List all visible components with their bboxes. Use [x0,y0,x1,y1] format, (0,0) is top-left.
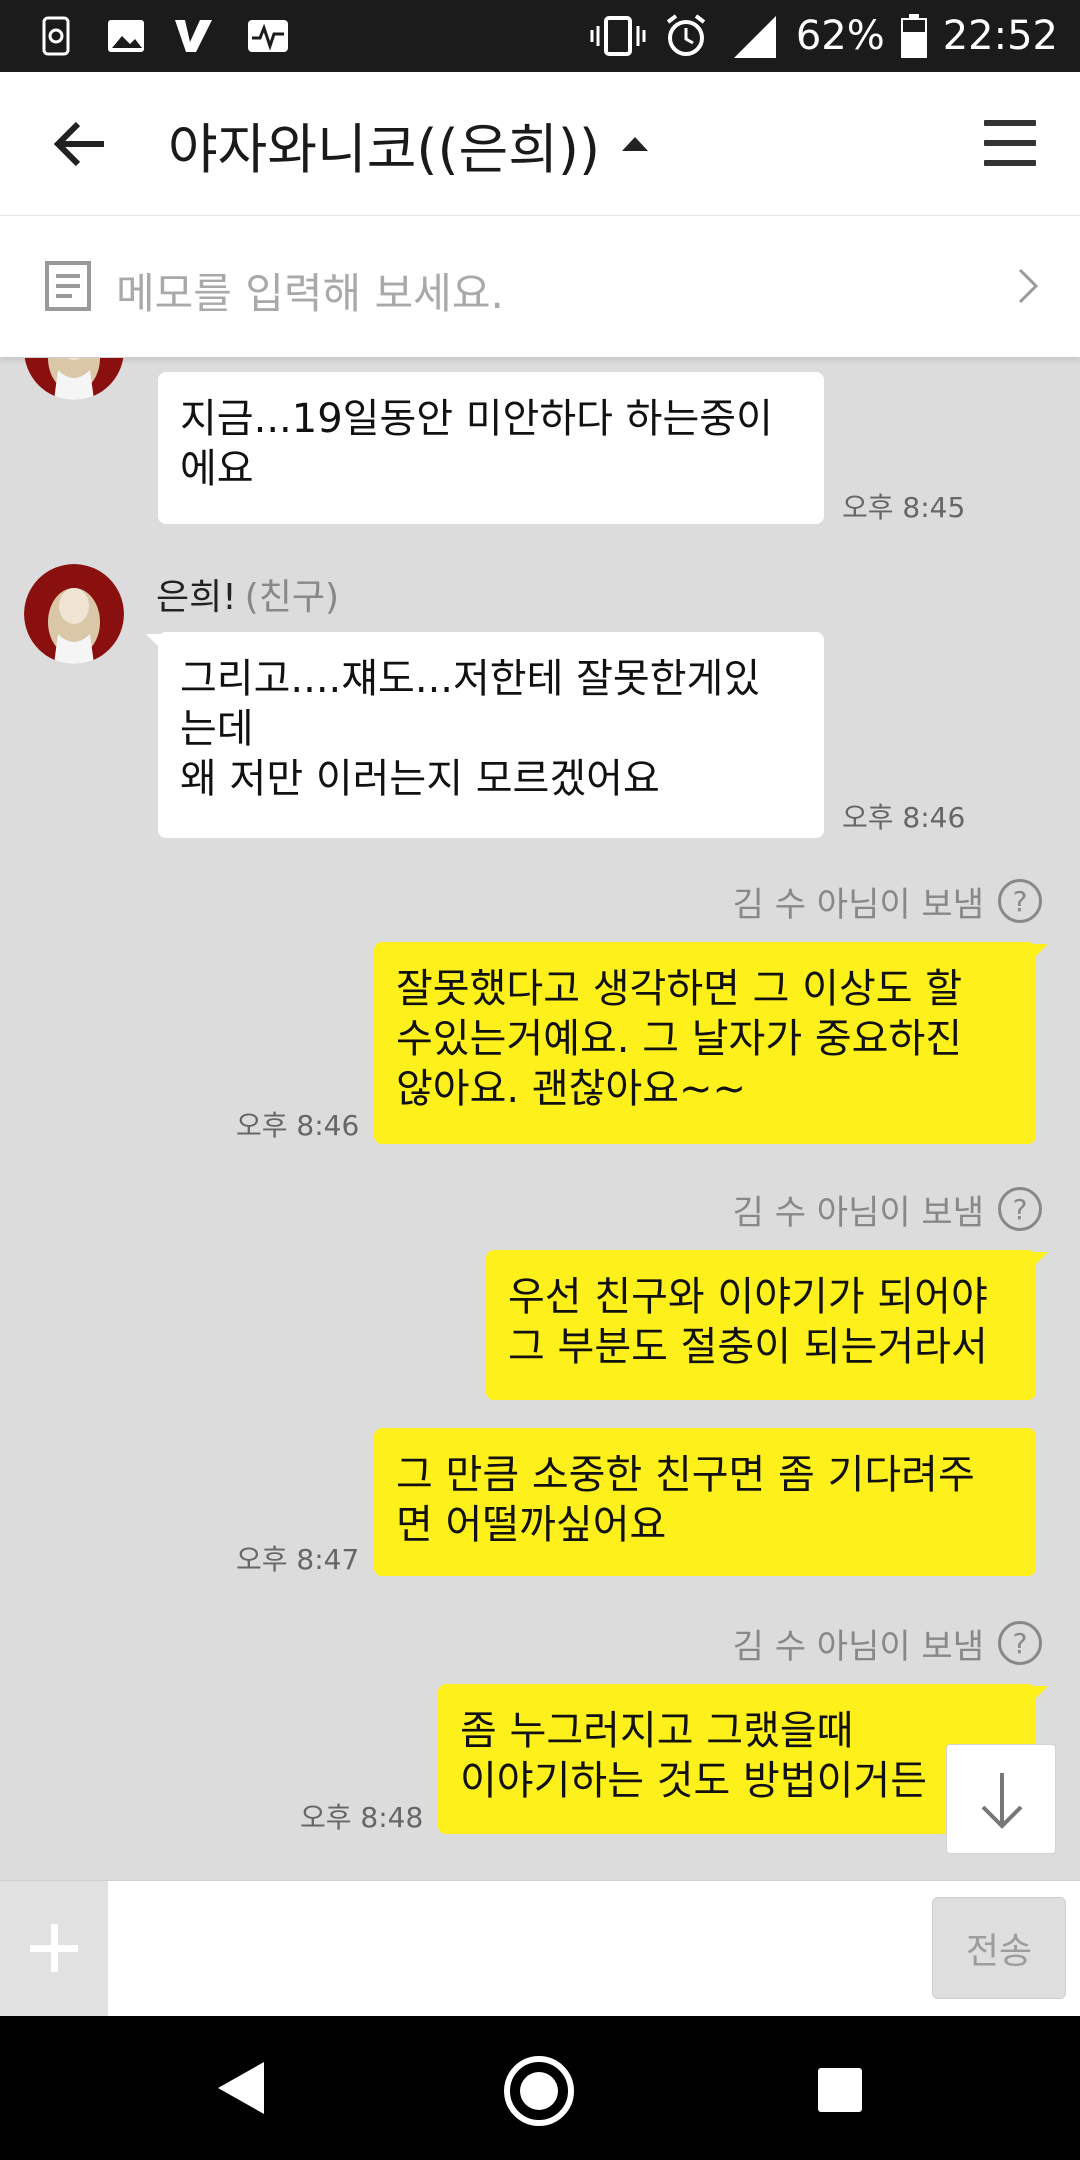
arrow-down-icon [981,1773,1023,1829]
bubble-tail [1034,1686,1048,1700]
vpn-icon [175,20,212,52]
chat-header: 야자와니코((은희)) [0,72,1080,216]
status-bar: 62% 22:52 [0,0,1080,72]
scroll-to-bottom-button[interactable] [946,1744,1056,1854]
plus-icon[interactable] [0,1881,108,2017]
message-time: 오후 8:46 [236,1109,360,1142]
sent-via-label: 김 수 아님이 보냄 ? [732,878,1042,925]
message-text: 좀 누그러지고 그랬을때 이야기하는 것도 방법이거든 [460,1708,928,1804]
send-button[interactable]: 전송 [932,1897,1066,1999]
battery-icon [900,14,927,58]
system-nav-bar [0,2016,1080,2160]
vibrate-icon [590,16,646,56]
help-icon[interactable]: ? [998,1621,1042,1665]
chat-area[interactable]: 지금...19일동안 미안하다 하는중이 에요 오후 8:45 은희! (친구) … [0,358,1080,1880]
message-text: 우선 친구와 이야기가 되어야 그 부분도 절충이 되는거라서 [508,1274,988,1370]
help-icon[interactable]: ? [998,1187,1042,1231]
activity-icon [248,20,288,52]
message-time: 오후 8:48 [300,1801,424,1834]
alarm-icon [666,14,706,56]
memo-bar[interactable]: 메모를 입력해 보세요. [0,216,1080,358]
memo-placeholder: 메모를 입력해 보세요. [116,269,504,318]
sent-via-text: 김 수 아님이 보냄 [732,1192,984,1233]
message-text: 그리고....쟤도...저한테 잘못한게있 는데 왜 저만 이러는지 모르겠어요 [180,656,761,802]
nav-recent-apps-icon[interactable] [818,2068,862,2112]
outgoing-message-bubble[interactable]: 우선 친구와 이야기가 되어야 그 부분도 절충이 되는거라서 [486,1250,1036,1400]
memo-icon [45,261,91,311]
nav-back-icon[interactable] [214,2058,268,2118]
input-bar: 전송 [0,1880,1080,2017]
sent-via-label: 김 수 아님이 보냄 ? [732,1620,1042,1667]
chevron-right-icon [1018,268,1039,304]
message-text: 지금...19일동안 미안하다 하는중이 에요 [180,396,773,492]
sent-via-label: 김 수 아님이 보냄 ? [732,1186,1042,1233]
notification-app-icon [42,16,70,56]
back-arrow-icon[interactable] [44,108,116,180]
gallery-icon [108,20,144,52]
message-input[interactable] [108,1881,928,2017]
nav-home-icon[interactable] [504,2056,574,2126]
battery-percent: 62% [795,13,885,59]
message-text: 잘못했다고 생각하면 그 이상도 할 수있는거예요. 그 날자가 중요하진 않아… [396,966,963,1112]
avatar[interactable] [24,564,124,664]
sender-name: 은희! [156,577,237,618]
help-icon[interactable]: ? [998,879,1042,923]
bubble-tail [1034,1252,1048,1266]
message-time: 오후 8:46 [842,801,966,834]
friend-tag: (친구) [244,577,340,618]
bubble-tail [1034,944,1048,958]
message-time: 오후 8:45 [842,491,966,524]
incoming-message-bubble[interactable]: 그리고....쟤도...저한테 잘못한게있 는데 왜 저만 이러는지 모르겠어요 [158,632,824,838]
sent-via-text: 김 수 아님이 보냄 [732,1626,984,1667]
sent-via-text: 김 수 아님이 보냄 [732,884,984,925]
message-time: 오후 8:47 [236,1543,360,1576]
clock: 22:52 [942,13,1058,59]
signal-icon [733,16,776,58]
sender-label: 은희! (친구) [156,568,339,620]
outgoing-message-bubble[interactable]: 잘못했다고 생각하면 그 이상도 할 수있는거예요. 그 날자가 중요하진 않아… [374,942,1036,1144]
avatar[interactable] [24,358,124,400]
menu-icon[interactable] [984,120,1036,166]
chat-title: 야자와니코((은희)) [168,117,601,181]
incoming-message-bubble[interactable]: 지금...19일동안 미안하다 하는중이 에요 [158,372,824,524]
message-text: 그 만큼 소중한 친구면 좀 기다려주 면 어떨까싶어요 [396,1452,975,1548]
caret-up-icon [622,137,649,151]
status-right: 62% 22:52 [590,0,1058,72]
outgoing-message-bubble[interactable]: 그 만큼 소중한 친구면 좀 기다려주 면 어떨까싶어요 [374,1428,1036,1576]
chat-title-toggle[interactable]: 야자와니코((은희)) [168,108,649,181]
